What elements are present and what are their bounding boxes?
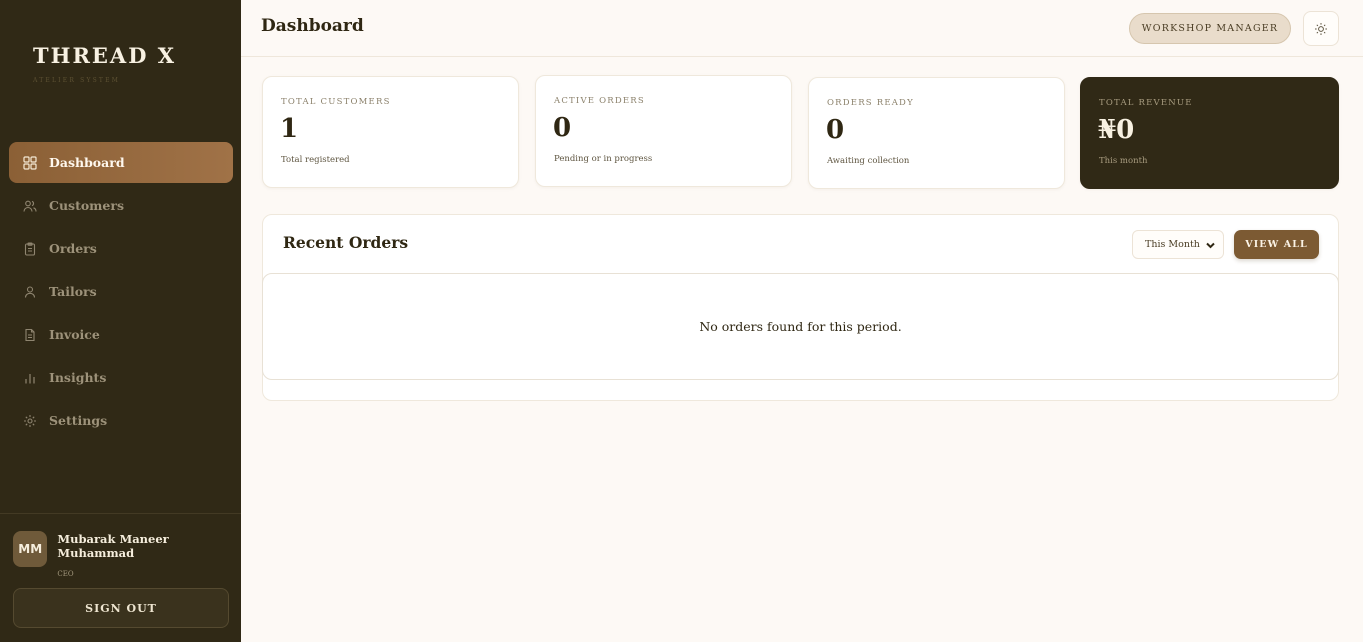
stat-subtext: Total registered bbox=[281, 155, 350, 165]
stat-subtext: This month bbox=[1099, 156, 1148, 166]
empty-message: No orders found for this period. bbox=[699, 319, 902, 334]
sidebar-nav: Dashboard Customers Orders Tailors Invoi… bbox=[9, 142, 233, 443]
sidebar-divider bbox=[0, 513, 241, 514]
stat-subtext: Pending or in progress bbox=[554, 154, 653, 164]
sidebar-item-label: Customers bbox=[49, 198, 124, 213]
clipboard-icon bbox=[23, 241, 37, 256]
avatar: MM bbox=[13, 531, 48, 567]
stat-label: ACTIVE ORDERS bbox=[554, 96, 645, 106]
sidebar-item-label: Insights bbox=[49, 370, 107, 385]
stat-card-orders-ready: ORDERS READY 0 Awaiting collection bbox=[808, 77, 1065, 189]
sidebar-item-orders[interactable]: Orders bbox=[9, 228, 233, 269]
stat-label: ORDERS READY bbox=[827, 98, 914, 108]
sidebar-item-label: Dashboard bbox=[49, 155, 125, 170]
brand-title: THREAD X bbox=[33, 43, 177, 68]
stat-value: ₦0 bbox=[1098, 115, 1135, 145]
stat-label: TOTAL REVENUE bbox=[1099, 98, 1193, 108]
bar-chart-icon bbox=[23, 371, 37, 385]
stat-value: 1 bbox=[280, 114, 299, 144]
file-icon bbox=[23, 328, 37, 342]
sidebar-item-label: Orders bbox=[49, 241, 97, 256]
stat-card-active-orders: ACTIVE ORDERS 0 Pending or in progress bbox=[535, 75, 792, 187]
sidebar: THREAD X ATELIER SYSTEM Dashboard Custom… bbox=[0, 0, 241, 642]
user-profile: MM Mubarak Maneer Muhammad CEO bbox=[13, 531, 241, 578]
role-badge: WORKSHOP MANAGER bbox=[1129, 13, 1291, 44]
grid-icon bbox=[23, 155, 37, 170]
stat-card-total-customers: TOTAL CUSTOMERS 1 Total registered bbox=[262, 76, 519, 188]
stat-card-total-revenue: TOTAL REVENUE ₦0 This month bbox=[1080, 77, 1339, 189]
brand: THREAD X ATELIER SYSTEM bbox=[33, 43, 176, 84]
recent-orders-panel: Recent Orders This Month VIEW ALL No ord… bbox=[262, 214, 1339, 401]
period-select[interactable]: This Month bbox=[1132, 230, 1224, 259]
period-select-value: This Month bbox=[1145, 239, 1200, 250]
orders-empty-state: No orders found for this period. bbox=[262, 273, 1339, 380]
user-name: Mubarak Maneer Muhammad bbox=[57, 532, 169, 560]
theme-toggle-button[interactable] bbox=[1303, 11, 1339, 46]
sidebar-item-label: Settings bbox=[49, 413, 108, 428]
stat-subtext: Awaiting collection bbox=[827, 156, 910, 166]
stat-label: TOTAL CUSTOMERS bbox=[281, 97, 391, 107]
sun-icon bbox=[1315, 22, 1327, 35]
sidebar-item-dashboard[interactable]: Dashboard bbox=[9, 142, 233, 183]
sidebar-item-customers[interactable]: Customers bbox=[9, 185, 233, 226]
user-icon bbox=[23, 285, 37, 299]
top-header: Dashboard WORKSHOP MANAGER bbox=[241, 0, 1363, 57]
user-role: CEO bbox=[57, 570, 74, 578]
sidebar-item-tailors[interactable]: Tailors bbox=[9, 271, 233, 312]
sidebar-item-label: Tailors bbox=[49, 284, 97, 299]
view-all-button[interactable]: VIEW ALL bbox=[1234, 230, 1319, 259]
brand-subtitle: ATELIER SYSTEM bbox=[33, 77, 121, 84]
sidebar-item-insights[interactable]: Insights bbox=[9, 357, 233, 398]
sidebar-item-settings[interactable]: Settings bbox=[9, 400, 233, 441]
stat-value: 0 bbox=[826, 115, 845, 145]
page-title: Dashboard bbox=[261, 16, 364, 36]
gear-icon bbox=[23, 414, 37, 428]
chevron-down-icon bbox=[1206, 242, 1215, 249]
sidebar-item-label: Invoice bbox=[49, 327, 100, 342]
users-icon bbox=[23, 199, 37, 213]
stat-value: 0 bbox=[553, 113, 572, 143]
sidebar-item-invoice[interactable]: Invoice bbox=[9, 314, 233, 355]
sign-out-button[interactable]: SIGN OUT bbox=[13, 588, 229, 628]
recent-orders-title: Recent Orders bbox=[283, 233, 409, 252]
